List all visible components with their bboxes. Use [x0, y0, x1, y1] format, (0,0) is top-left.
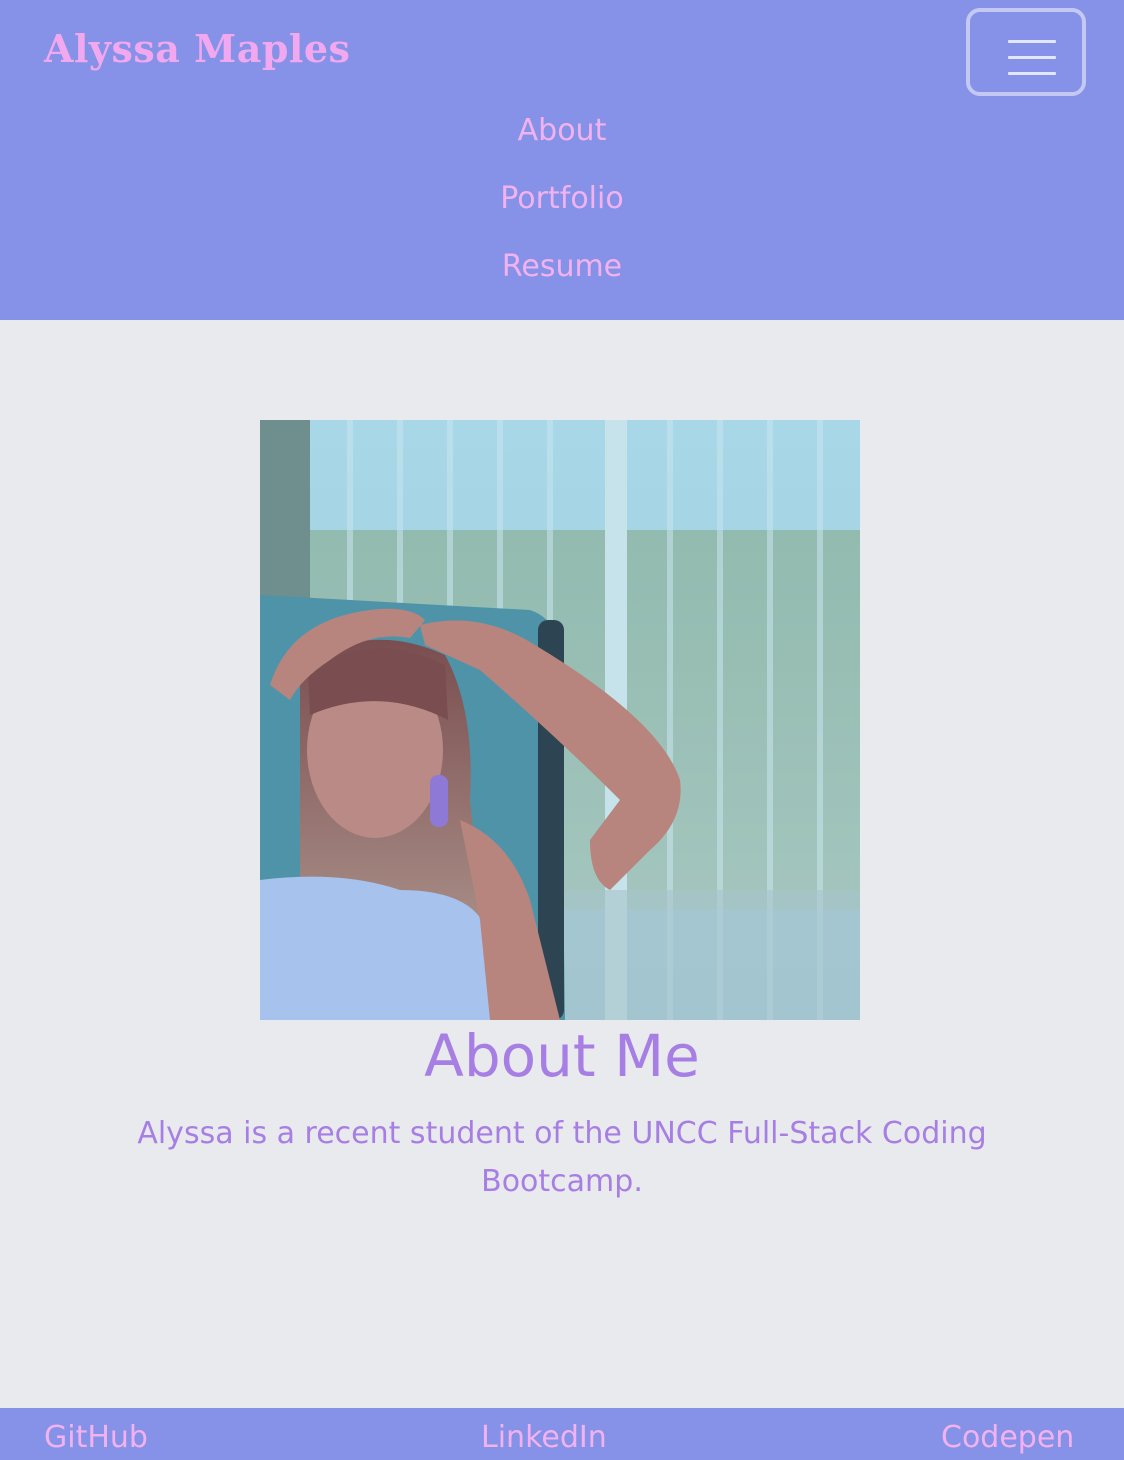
nav-link-portfolio[interactable]: Portfolio — [0, 176, 1124, 244]
profile-photo — [260, 420, 860, 1020]
footer-link-codepen[interactable]: Codepen — [941, 1420, 1074, 1455]
footer-link-linkedin[interactable]: LinkedIn — [481, 1420, 607, 1455]
nav-link-resume[interactable]: Resume — [0, 244, 1124, 312]
hamburger-menu-icon — [1008, 40, 1056, 76]
about-heading: About Me — [424, 1022, 700, 1090]
navbar: Alyssa Maples About Portfolio Resume — [0, 0, 1124, 320]
menu-toggle-button[interactable] — [966, 8, 1086, 96]
nav-menu: About Portfolio Resume — [0, 108, 1124, 312]
about-description: Alyssa is a recent student of the UNCC F… — [137, 1116, 987, 1199]
nav-link-about[interactable]: About — [0, 108, 1124, 176]
brand-link[interactable]: Alyssa Maples — [44, 26, 350, 71]
footer-link-github[interactable]: GitHub — [44, 1420, 148, 1455]
footer: GitHub LinkedIn Codepen — [0, 1408, 1124, 1460]
